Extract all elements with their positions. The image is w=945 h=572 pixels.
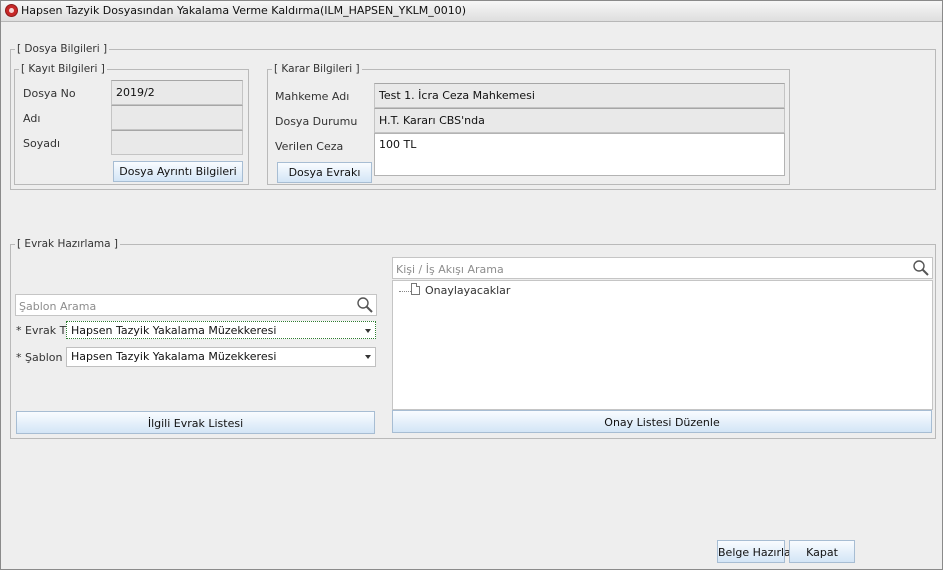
evrak-hazirlama-legend: [ Evrak Hazırlama ] — [15, 238, 120, 250]
dosya-no-label: Dosya No — [23, 87, 76, 100]
onay-tree: Onaylayacaklar — [392, 280, 933, 410]
evrak-tipi-value: Hapsen Tazyik Yakalama Müzekkeresi — [71, 324, 277, 337]
sablon-label: * Şablon — [16, 351, 63, 364]
window-title: Hapsen Tazyik Dosyasından Yakalama Verme… — [21, 4, 467, 17]
verilen-ceza-label: Verilen Ceza — [275, 140, 344, 153]
dosya-no-field[interactable]: 2019/2 — [111, 80, 243, 105]
sablon-search-placeholder: Şablon Arama — [19, 300, 97, 313]
document-icon — [411, 283, 420, 295]
karar-bilgileri-legend: [ Karar Bilgileri ] — [272, 63, 362, 75]
chevron-down-icon[interactable] — [365, 355, 371, 359]
kisi-search-placeholder: Kişi / İş Akışı Arama — [396, 263, 504, 276]
main-window: Hapsen Tazyik Dosyasından Yakalama Verme… — [0, 0, 943, 570]
mahkeme-adi-label: Mahkeme Adı — [275, 90, 350, 103]
tree-node-label: Onaylayacaklar — [425, 284, 511, 297]
dosya-evraki-button[interactable]: Dosya Evrakı — [277, 162, 372, 183]
soyadi-label: Soyadı — [23, 137, 61, 150]
dosya-bilgileri-legend: [ Dosya Bilgileri ] — [15, 43, 110, 55]
evrak-tipi-select[interactable]: Hapsen Tazyik Yakalama Müzekkeresi — [66, 321, 376, 339]
soyadi-field[interactable] — [111, 130, 243, 155]
dosya-durumu-label: Dosya Durumu — [275, 115, 358, 128]
sablon-value: Hapsen Tazyik Yakalama Müzekkeresi — [71, 350, 277, 363]
kapat-button[interactable]: Kapat — [789, 540, 855, 563]
verilen-ceza-textarea[interactable]: 100 TL — [374, 133, 785, 176]
ilgili-evrak-listesi-button[interactable]: İlgili Evrak Listesi — [16, 411, 375, 434]
search-icon[interactable] — [912, 259, 930, 277]
search-icon[interactable] — [356, 296, 374, 314]
onay-listesi-duzenle-button[interactable]: Onay Listesi Düzenle — [392, 410, 932, 433]
kayit-bilgileri-legend: [ Kayıt Bilgileri ] — [19, 63, 107, 75]
dosya-durumu-field[interactable]: H.T. Kararı CBS'nda — [374, 108, 785, 133]
title-bar: Hapsen Tazyik Dosyasından Yakalama Verme… — [1, 1, 942, 22]
adi-field[interactable] — [111, 105, 243, 130]
belge-hazirla-button[interactable]: Belge Hazırla — [717, 540, 791, 563]
mahkeme-adi-field[interactable]: Test 1. İcra Ceza Mahkemesi — [374, 83, 785, 108]
dosya-ayrinti-button[interactable]: Dosya Ayrıntı Bilgileri — [113, 161, 243, 182]
app-icon — [6, 5, 17, 16]
sablon-search-input[interactable]: Şablon Arama — [15, 294, 377, 316]
tree-node[interactable]: Onaylayacaklar — [393, 281, 593, 299]
sablon-select[interactable]: Hapsen Tazyik Yakalama Müzekkeresi — [66, 347, 376, 367]
adi-label: Adı — [23, 112, 41, 125]
chevron-down-icon[interactable] — [365, 329, 371, 333]
kisi-search-input[interactable]: Kişi / İş Akışı Arama — [392, 257, 933, 279]
